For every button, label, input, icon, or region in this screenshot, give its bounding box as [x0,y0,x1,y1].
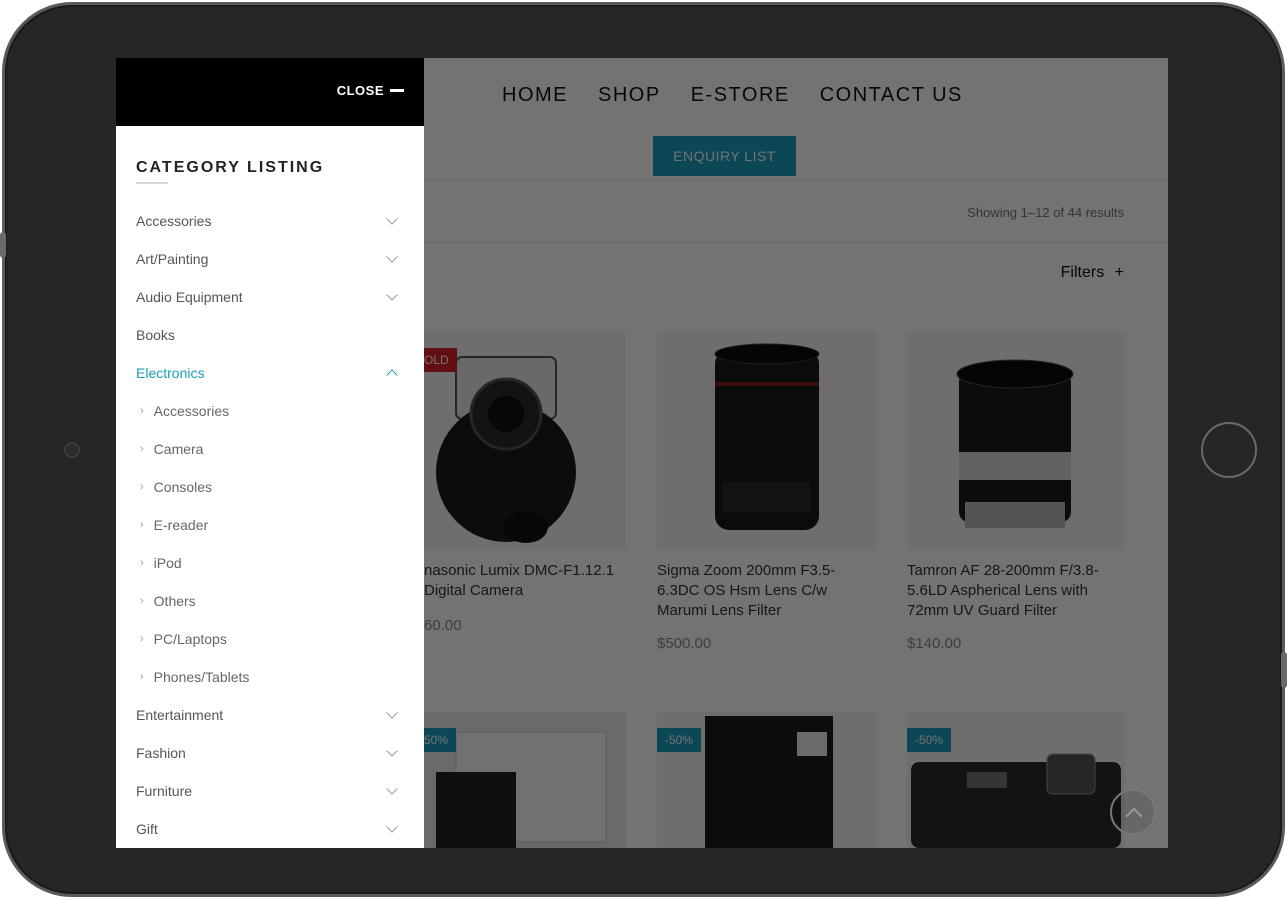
tablet-camera-icon [64,442,80,458]
lens-image [907,332,1125,550]
chevron-right-icon: › [140,443,144,455]
nav-e-store[interactable]: E-STORE [691,84,790,107]
chevron-right-icon: › [140,671,144,683]
divider [424,242,1168,243]
category-art-painting[interactable]: Art/Painting [136,248,400,270]
product-title[interactable]: Tamron AF 28-200mm F/3.8-5.6LD Aspherica… [907,561,1125,621]
category-furniture[interactable]: Furniture [136,780,400,802]
product-price: $140.00 [907,635,962,652]
main-nav: HOME SHOP E-STORE CONTACT US [502,84,963,107]
product-image[interactable] [907,332,1125,550]
subcategory-label: PC/Laptops [153,631,227,647]
divider [424,179,1168,180]
subcategory-label: iPod [153,555,182,571]
drawer-header: CLOSE [116,58,424,126]
category-label: Furniture [136,783,193,799]
category-label: Art/Painting [136,251,209,267]
subcategory-ipod[interactable]: › iPod [140,552,182,574]
subcategory-camera[interactable]: › Camera [140,438,203,460]
chevron-down-icon[interactable] [386,745,398,757]
category-books[interactable]: Books [136,324,400,346]
chevron-down-icon[interactable] [386,213,398,225]
product-price: $500.00 [657,635,712,652]
subcategory-others[interactable]: › Others [140,590,196,612]
filters-button[interactable]: Filters + [1061,264,1124,282]
chevron-down-icon[interactable] [386,783,398,795]
screen: HOME SHOP E-STORE CONTACT US ENQUIRY LIS… [116,58,1168,848]
category-label: Accessories [136,213,212,229]
nav-home[interactable]: HOME [502,84,568,107]
product-price: 60.00 [424,617,462,634]
lens-image [657,332,876,550]
subcategory-label: Others [153,593,196,609]
results-count: Showing 1–12 of 44 results [967,205,1124,220]
subcategory-pc-laptops[interactable]: › PC/Laptops [140,628,227,650]
close-label: CLOSE [336,83,384,98]
close-button[interactable]: CLOSE [337,83,404,98]
product-title[interactable]: nasonic Lumix DMC-F1.12.1 Digital Camera [424,561,642,601]
subcategory-label: Consoles [153,479,213,495]
filters-label: Filters [1060,264,1105,281]
chevron-right-icon: › [140,557,144,569]
chevron-right-icon: › [140,595,144,607]
chevron-right-icon: › [140,405,144,417]
category-audio-equipment[interactable]: Audio Equipment [136,286,400,308]
title-underline [136,182,168,184]
chevron-right-icon: › [140,519,144,531]
category-label: Entertainment [136,707,224,723]
product-image[interactable] [657,332,876,550]
subcategory-phones-tablets[interactable]: › Phones/Tablets [140,666,249,688]
subcategory-consoles[interactable]: › Consoles [140,476,212,498]
chevron-up-icon[interactable] [386,369,398,381]
discount-badge: -50% [907,728,952,752]
category-gift[interactable]: Gift [136,818,400,840]
subcategory-label: Phones/Tablets [153,669,250,685]
enquiry-list-button[interactable]: ENQUIRY LIST [653,136,796,176]
category-label: Books [136,327,175,343]
tablet-side-button [1281,652,1287,688]
chevron-down-icon[interactable] [386,821,398,833]
category-label: Fashion [136,745,186,761]
product-title[interactable]: Sigma Zoom 200mm F3.5-6.3DC OS Hsm Lens … [657,561,875,621]
subcategory-e-reader[interactable]: › E-reader [140,514,208,536]
category-label: Audio Equipment [136,289,243,305]
minus-icon [390,89,404,92]
tablet-side-button [0,232,6,258]
plus-icon: + [1114,264,1124,281]
chevron-down-icon[interactable] [386,251,398,263]
category-electronics[interactable]: Electronics [136,362,400,384]
subcategory-label: Accessories [153,403,230,419]
discount-badge: -50% [657,728,702,752]
subcategory-label: E-reader [153,517,209,533]
category-fashion[interactable]: Fashion [136,742,400,764]
category-label: Gift [136,821,158,837]
chevron-down-icon[interactable] [386,289,398,301]
category-label: Electronics [136,365,205,381]
scroll-to-top-button[interactable] [1110,789,1156,835]
category-accessories[interactable]: Accessories [136,210,400,232]
subcategory-label: Camera [153,441,204,457]
chevron-down-icon[interactable] [386,707,398,719]
chevron-right-icon: › [140,633,144,645]
category-entertainment[interactable]: Entertainment [136,704,400,726]
nav-shop[interactable]: SHOP [598,84,661,107]
nav-contact-us[interactable]: CONTACT US [820,84,963,107]
chevron-right-icon: › [140,481,144,493]
category-drawer: CLOSE CATEGORY LISTING Accessories Art/P… [116,58,424,848]
subcategory-accessories[interactable]: › Accessories [140,400,229,422]
category-listing-title: CATEGORY LISTING [136,159,325,176]
tablet-home-button[interactable] [1201,422,1257,478]
